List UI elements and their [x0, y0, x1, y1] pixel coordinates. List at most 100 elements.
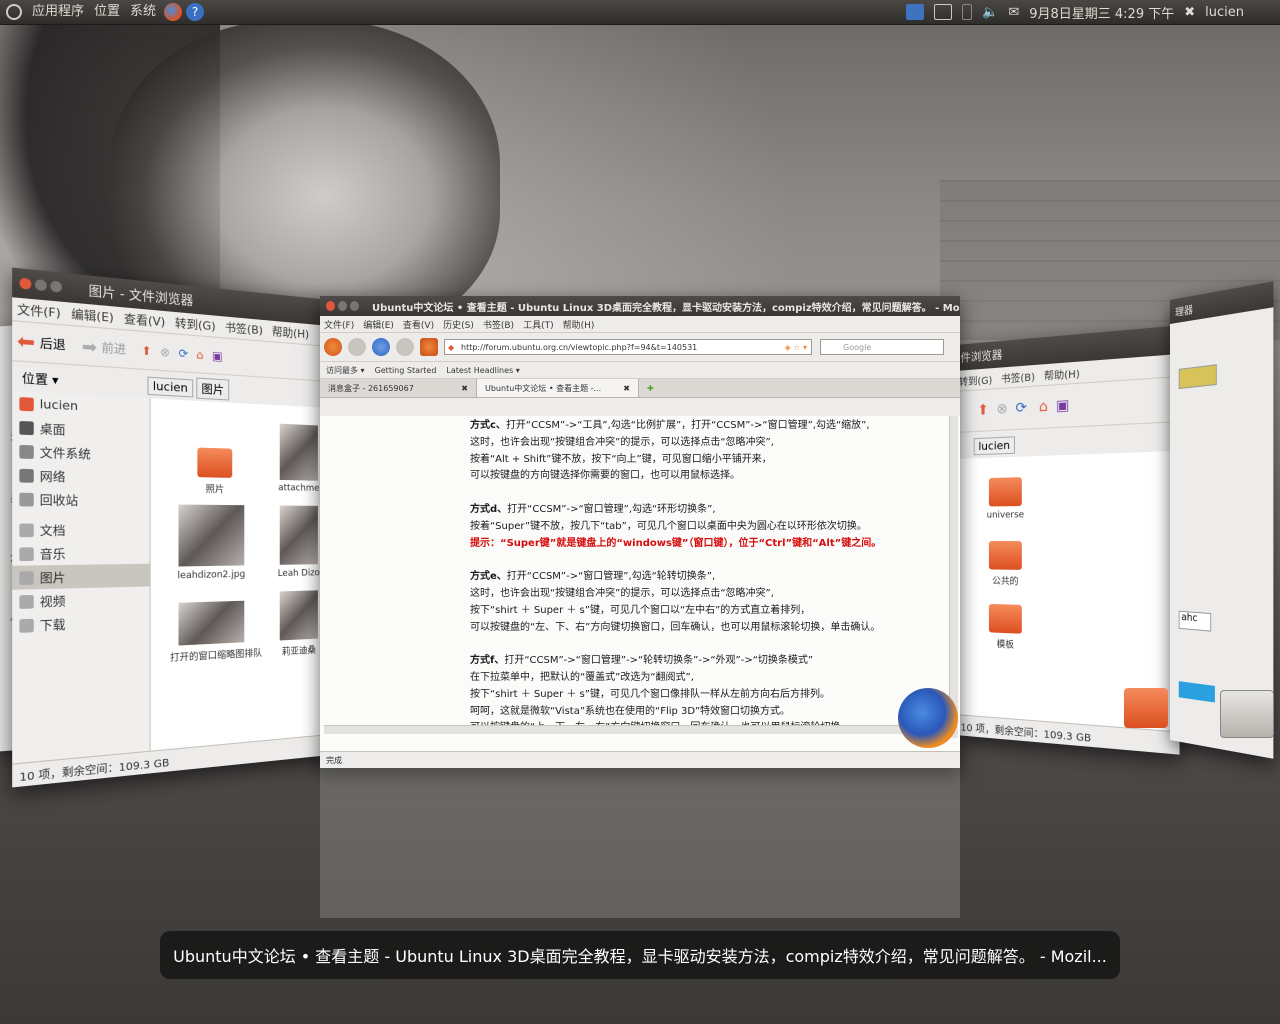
network-icon[interactable]: [906, 4, 924, 20]
menu-tools[interactable]: 工具(T): [523, 318, 554, 331]
stop-icon[interactable]: [396, 338, 414, 356]
file-manager-window-left[interactable]: 图片 - 文件浏览器 文件(F) 编辑(E) 查看(V) 转到(G) 书签(B)…: [12, 268, 330, 788]
settings-icon: [1220, 690, 1274, 738]
minimize-icon[interactable]: [338, 301, 347, 311]
close-icon[interactable]: ✖: [623, 384, 630, 393]
forward-icon[interactable]: [348, 338, 366, 356]
breadcrumb-lucien[interactable]: lucien: [147, 376, 193, 397]
text-field[interactable]: ahc: [1179, 611, 1211, 632]
edge-window-right[interactable]: 理器 ahc: [1170, 281, 1273, 759]
close-icon[interactable]: [326, 301, 335, 311]
menu-places[interactable]: 位置: [94, 0, 120, 24]
folder-icon[interactable]: [989, 477, 1022, 506]
color-swatch-blue[interactable]: [1179, 681, 1215, 702]
tab-message-box[interactable]: 消息盒子 - 261659067 ✖: [320, 379, 477, 397]
minimize-icon[interactable]: [35, 279, 47, 291]
image-thumbnail[interactable]: [178, 601, 244, 646]
fm-menu-go[interactable]: 转到(G): [175, 314, 216, 334]
breadcrumb-lucien[interactable]: lucien: [974, 436, 1015, 455]
mail-icon[interactable]: ✉: [1008, 5, 1019, 20]
menu-file[interactable]: 文件(F): [324, 318, 354, 331]
fm-menu-view[interactable]: 查看(V): [124, 310, 165, 331]
maximize-icon[interactable]: [50, 280, 62, 292]
url-bar[interactable]: ◆ http://forum.ubuntu.org.cn/viewtopic.p…: [444, 339, 812, 355]
reload-icon[interactable]: [372, 338, 390, 356]
menu-applications[interactable]: 应用程序: [32, 0, 84, 24]
stop-icon[interactable]: ⊗: [160, 345, 170, 360]
volume-icon[interactable]: 🔈: [982, 5, 998, 20]
keyboard-icon[interactable]: [934, 4, 952, 20]
menu-bookmarks[interactable]: 书签(B): [483, 318, 514, 331]
firefox-titlebar[interactable]: Ubuntu中文论坛 • 查看主题 - Ubuntu Linux 3D桌面完全教…: [320, 296, 960, 316]
stop-icon[interactable]: ⊗: [996, 401, 1007, 418]
home-icon[interactable]: ⌂: [196, 347, 203, 361]
home-icon[interactable]: ⌂: [1039, 398, 1048, 415]
firefox-statusbar: 完成: [320, 751, 960, 768]
fm-menu-bookmarks[interactable]: 书签(B): [225, 319, 263, 339]
place-item[interactable]: 图片: [12, 564, 149, 590]
reload-icon[interactable]: ⟳: [1015, 400, 1027, 417]
fm-menu-go[interactable]: 转到(G): [959, 371, 993, 389]
help-icon[interactable]: ?: [186, 3, 204, 21]
back-button[interactable]: 后退: [40, 334, 66, 354]
fm-menu-bookmarks[interactable]: 书签(B): [1001, 368, 1035, 386]
place-item[interactable]: 文件系统: [12, 439, 149, 466]
new-tab-icon[interactable]: ✚: [639, 379, 662, 397]
close-icon[interactable]: [19, 277, 31, 290]
session-icon[interactable]: ✖: [1184, 5, 1195, 20]
folder-icon[interactable]: [197, 448, 232, 478]
fm-menu-help[interactable]: 帮助(H): [272, 323, 309, 342]
battery-icon[interactable]: [962, 4, 972, 20]
home-folder-icon: [1124, 688, 1168, 728]
datetime[interactable]: 9月8日星期三 4:29 下午: [1029, 3, 1174, 22]
up-icon[interactable]: ⬆: [977, 402, 988, 419]
back-arrow-icon[interactable]: ⬅: [17, 329, 35, 354]
horizontal-scrollbar[interactable]: [324, 725, 946, 734]
forward-button[interactable]: 前进: [102, 338, 127, 357]
reload-icon[interactable]: ⟳: [178, 346, 188, 361]
image-thumbnail[interactable]: [280, 424, 318, 481]
place-item[interactable]: 文档: [12, 518, 149, 542]
place-label: 网络: [40, 466, 66, 485]
color-swatch[interactable]: [1179, 364, 1217, 389]
ubuntu-logo-icon[interactable]: [6, 4, 22, 20]
computer-icon[interactable]: ▣: [1056, 397, 1069, 415]
places-dropdown[interactable]: 位置 ▾: [12, 368, 147, 394]
folder-icon[interactable]: [989, 604, 1022, 634]
place-item[interactable]: 网络: [12, 463, 149, 489]
fm-menu-help[interactable]: 帮助(H): [1044, 364, 1080, 382]
breadcrumb-pictures[interactable]: 图片: [196, 378, 229, 401]
menu-view[interactable]: 查看(V): [403, 318, 434, 331]
image-thumbnail[interactable]: [178, 505, 244, 567]
place-item[interactable]: 回收站: [12, 487, 149, 512]
image-thumbnail[interactable]: [280, 506, 318, 565]
fm-menu-edit[interactable]: 编辑(E): [71, 305, 114, 326]
search-box[interactable]: Google: [820, 339, 944, 355]
firefox-icon[interactable]: [164, 3, 182, 21]
menu-system[interactable]: 系统: [130, 0, 156, 24]
firefox-window[interactable]: Ubuntu中文论坛 • 查看主题 - Ubuntu Linux 3D桌面完全教…: [320, 296, 960, 768]
menu-history[interactable]: 历史(S): [443, 318, 474, 331]
bookmark-latest-headlines[interactable]: Latest Headlines ▾: [446, 366, 519, 375]
forward-arrow-icon[interactable]: ➡: [82, 335, 97, 357]
vertical-scrollbar[interactable]: [949, 416, 958, 738]
close-icon[interactable]: ✖: [461, 384, 468, 393]
folder-icon[interactable]: [989, 541, 1022, 570]
rss-star-icon[interactable]: ◈ ☆ ▾: [785, 343, 807, 352]
menu-help[interactable]: 帮助(H): [563, 318, 595, 331]
computer-icon[interactable]: ▣: [212, 348, 223, 362]
home-icon[interactable]: [420, 338, 438, 356]
bookmark-getting-started[interactable]: Getting Started: [375, 366, 437, 375]
image-thumbnail[interactable]: [280, 590, 318, 640]
back-icon[interactable]: [324, 338, 342, 356]
menu-edit[interactable]: 编辑(E): [363, 318, 394, 331]
fm-left-title: 图片 - 文件浏览器: [88, 280, 193, 309]
up-icon[interactable]: ⬆: [141, 343, 151, 358]
fm-menu-file[interactable]: 文件(F): [17, 300, 61, 322]
tab-ubuntu-forum[interactable]: Ubuntu中文论坛 • 查看主题 -... ✖: [477, 379, 639, 397]
place-item[interactable]: 下载: [12, 609, 149, 638]
place-item[interactable]: 音乐: [12, 541, 149, 566]
bookmark-most-visited[interactable]: 访问最多 ▾: [326, 365, 365, 376]
panel-user[interactable]: lucien: [1205, 5, 1244, 20]
maximize-icon[interactable]: [350, 301, 359, 311]
